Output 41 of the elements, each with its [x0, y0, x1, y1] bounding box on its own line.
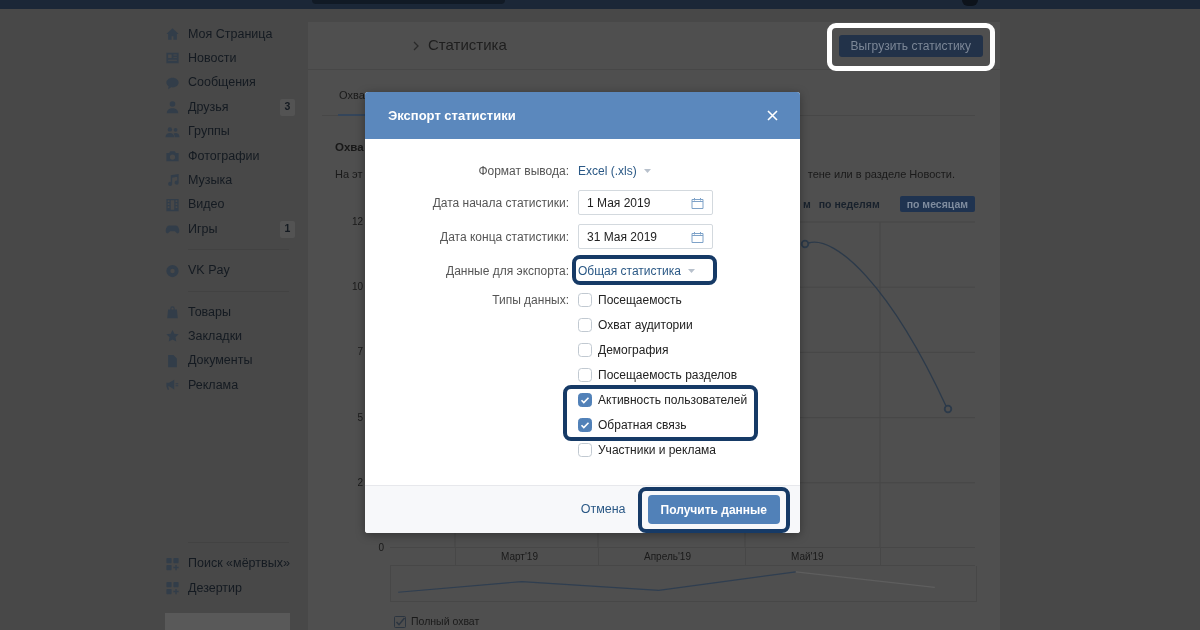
- checkbox[interactable]: [578, 393, 592, 407]
- data-point: [800, 239, 810, 249]
- checkbox-label[interactable]: Посещаемость разделов: [598, 366, 738, 384]
- checkbox-label[interactable]: Обратная связь: [598, 416, 687, 434]
- date-field[interactable]: 31 Мая 2019: [578, 224, 713, 249]
- chevron-icon: [413, 40, 419, 51]
- calendar-icon[interactable]: [691, 196, 704, 209]
- dropdown[interactable]: Общая статистика: [578, 261, 695, 281]
- checkbox[interactable]: [578, 418, 592, 432]
- date-field[interactable]: 1 Мая 2019: [578, 190, 713, 215]
- get-data-button[interactable]: Получить данные: [647, 495, 780, 524]
- checkbox-label[interactable]: Активность пользователей: [598, 391, 748, 409]
- field-label: Данные для экспорта:: [445, 263, 569, 280]
- counter-badge: 1: [280, 220, 295, 238]
- field-label: Формат вывода:: [477, 163, 569, 180]
- field-label: Типы данных:: [491, 291, 569, 309]
- period-tab[interactable]: по месяцам: [899, 196, 975, 212]
- section-heading: Охва: [335, 140, 364, 155]
- data-point: [943, 404, 953, 414]
- checkbox[interactable]: [578, 293, 592, 307]
- field-label: Дата конца статистики:: [439, 228, 569, 246]
- dropdown[interactable]: Excel (.xls): [578, 161, 651, 181]
- checkbox[interactable]: [578, 343, 592, 357]
- avatar[interactable]: [962, 0, 978, 6]
- close-icon[interactable]: [767, 110, 778, 121]
- dialog-title: Экспорт статистики: [388, 106, 516, 125]
- calendar-icon[interactable]: [691, 230, 704, 243]
- caret-icon: [687, 269, 695, 273]
- checkbox-label[interactable]: Охват аудитории: [598, 316, 693, 334]
- checkbox-label[interactable]: Демография: [598, 341, 669, 359]
- counter-badge: 3: [280, 98, 295, 116]
- checkbox[interactable]: [578, 443, 592, 457]
- field-label: Дата начала статистики:: [431, 194, 569, 212]
- checkbox[interactable]: [578, 318, 592, 332]
- cancel-link[interactable]: Отмена: [580, 500, 626, 519]
- export-button[interactable]: Выгрузить статистику: [838, 34, 983, 57]
- checkbox-label[interactable]: Посещаемость: [598, 291, 682, 309]
- checkbox-label[interactable]: Участники и реклама: [598, 441, 717, 459]
- legend-checkbox[interactable]: [394, 615, 406, 628]
- checkbox[interactable]: [578, 368, 592, 382]
- caret-icon: [643, 169, 651, 173]
